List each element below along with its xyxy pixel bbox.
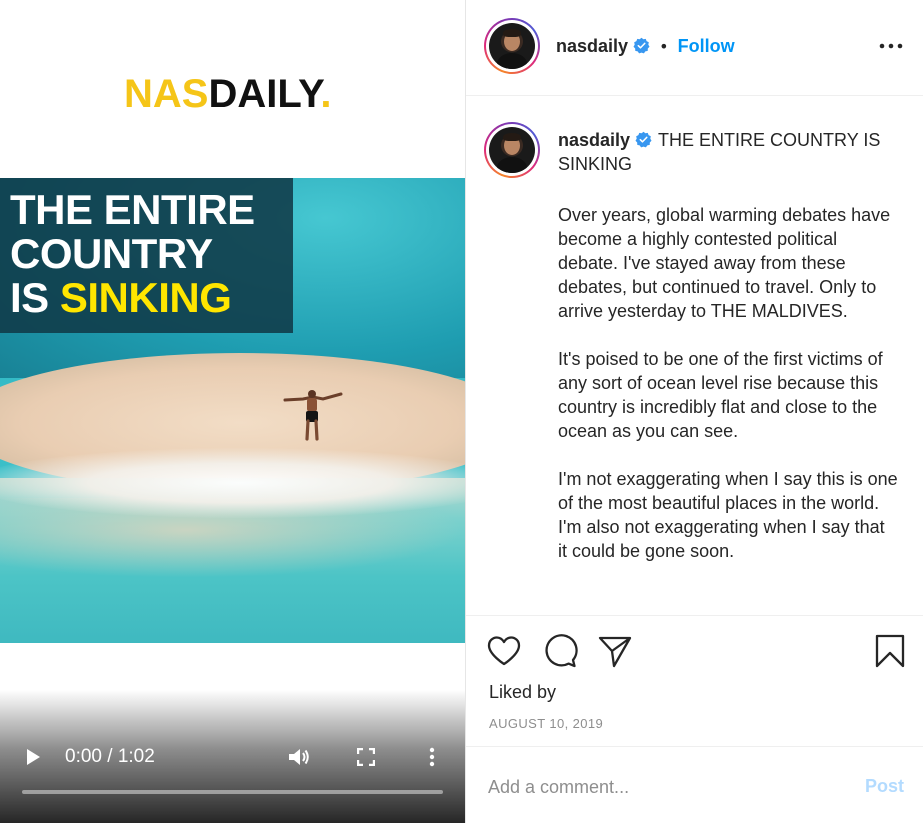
- liked-by-text: Liked by: [489, 682, 557, 702]
- caption-username[interactable]: nasdaily: [558, 130, 630, 150]
- video-time: 0:00 / 1:02: [65, 746, 155, 767]
- more-vert-icon[interactable]: [417, 735, 447, 779]
- post-actions: Liked by AUGUST 10, 2019 Post: [466, 615, 923, 825]
- caption-paragraph: I'm also not exaggerating when I say tha…: [558, 517, 885, 561]
- nasdaily-logo: NASDAILY.: [124, 72, 332, 116]
- post-media[interactable]: NASDAILY. THE ENTIRE COUNTRY IS SINKING …: [0, 0, 465, 823]
- video-controls: 0:00 / 1:02: [0, 735, 465, 779]
- verified-badge-icon: [635, 131, 652, 148]
- comment-input[interactable]: [488, 769, 838, 805]
- post-header: nasdaily • Follow: [466, 0, 923, 96]
- video-progress-bar[interactable]: [22, 790, 443, 794]
- fullscreen-icon[interactable]: [351, 735, 381, 779]
- avatar[interactable]: [484, 18, 540, 74]
- caption-body: Over years, global warming debates have …: [558, 203, 898, 563]
- heart-icon[interactable]: [486, 633, 522, 669]
- caption-paragraph: It's poised to be one of the first victi…: [558, 349, 883, 441]
- bookmark-icon[interactable]: [872, 633, 908, 669]
- banner-line-3: IS SINKING: [10, 274, 232, 321]
- banner-line-1: THE ENTIRE: [10, 186, 255, 233]
- more-horizontal-icon[interactable]: [878, 36, 904, 56]
- caption-paragraph: I'm not exaggerating when I say this is …: [558, 469, 898, 513]
- post-date[interactable]: AUGUST 10, 2019: [489, 716, 603, 731]
- volume-icon[interactable]: [284, 735, 314, 779]
- comment-bar: Post: [466, 746, 923, 826]
- share-icon[interactable]: [597, 633, 633, 669]
- header-user-line: nasdaily • Follow: [556, 36, 735, 56]
- comment-icon[interactable]: [542, 633, 578, 669]
- caption-paragraph: Over years, global warming debates have …: [558, 205, 891, 321]
- header-username[interactable]: nasdaily: [556, 36, 628, 56]
- caption-header: nasdaily THE ENTIRE COUNTRY IS SINKING: [558, 128, 898, 176]
- caption-area[interactable]: nasdaily THE ENTIRE COUNTRY IS SINKING Ov…: [466, 97, 923, 615]
- post-button[interactable]: Post: [865, 776, 904, 797]
- title-banner: THE ENTIRE COUNTRY IS SINKING: [0, 178, 293, 333]
- follow-button[interactable]: Follow: [678, 36, 735, 56]
- play-icon[interactable]: [18, 735, 48, 779]
- caption-avatar[interactable]: [484, 122, 540, 178]
- verified-badge-icon: [633, 37, 650, 54]
- banner-line-2: COUNTRY: [10, 230, 213, 277]
- post-panel: nasdaily • Follow nasdaily THE ENTIRE COU…: [465, 0, 923, 823]
- person-figure: [283, 390, 343, 441]
